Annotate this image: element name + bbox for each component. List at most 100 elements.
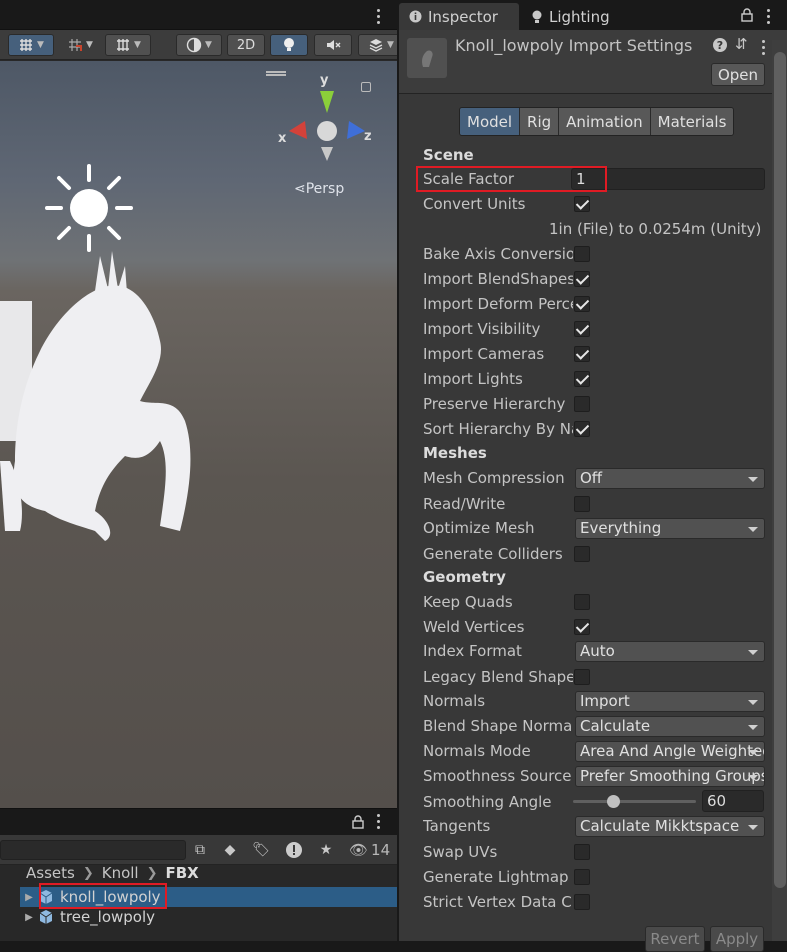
scene-lighting-button[interactable] bbox=[270, 34, 308, 56]
optimize-mesh-dropdown[interactable]: Everything bbox=[575, 518, 765, 539]
import-cameras-label: Import Cameras bbox=[423, 345, 545, 363]
breadcrumb-knoll[interactable]: Knoll bbox=[102, 864, 139, 882]
smoothing-angle-slider-handle[interactable] bbox=[607, 795, 621, 808]
row-bake-axis-conversion: Bake Axis Conversion bbox=[423, 243, 769, 267]
convert-units-checkbox[interactable] bbox=[574, 196, 590, 212]
mesh-compression-label: Mesh Compression bbox=[423, 469, 565, 487]
generate-colliders-checkbox[interactable] bbox=[574, 546, 590, 562]
preserve-hierarchy-checkbox[interactable] bbox=[574, 396, 590, 412]
weld-vertices-checkbox[interactable] bbox=[574, 619, 590, 635]
row-generate-colliders: Generate Colliders bbox=[423, 543, 769, 567]
import-visibility-checkbox[interactable] bbox=[574, 321, 590, 337]
tab-lighting[interactable]: Lighting bbox=[521, 3, 620, 30]
row-import-lights: Import Lights bbox=[423, 368, 769, 392]
smoothing-angle-field[interactable]: 60 bbox=[702, 790, 764, 812]
scene-viewport[interactable]: y x z ⋖Persp bbox=[0, 61, 397, 808]
search-by-scene-icon[interactable]: ⧉ bbox=[189, 840, 211, 860]
gizmo-x-label: x bbox=[278, 131, 287, 146]
import-blendshapes-label: Import BlendShapes bbox=[423, 270, 573, 288]
scale-factor-highlight-box bbox=[416, 166, 607, 192]
tab-model[interactable]: Model bbox=[460, 108, 521, 135]
legacy-blend-label: Legacy Blend Shape Normals bbox=[423, 668, 573, 686]
list-item-tree-lowpoly[interactable]: ▶ tree_lowpoly bbox=[20, 907, 397, 927]
revert-button[interactable]: Revert bbox=[645, 926, 705, 952]
generate-lightmap-checkbox[interactable] bbox=[574, 869, 590, 885]
scrollbar-thumb[interactable] bbox=[774, 52, 786, 888]
expand-arrow-icon[interactable]: ▶ bbox=[20, 912, 38, 923]
keep-quads-checkbox[interactable] bbox=[574, 594, 590, 610]
knoll-creature-model bbox=[0, 251, 191, 541]
lock-icon[interactable] bbox=[741, 8, 753, 22]
tab-inspector[interactable]: Inspector bbox=[399, 3, 519, 30]
scene-audio-button[interactable] bbox=[314, 34, 352, 56]
toggle-2d-button[interactable]: 2D bbox=[227, 34, 265, 56]
scene-menu-icon[interactable] bbox=[376, 9, 380, 24]
hidden-packages-toggle[interactable]: 👁 14 bbox=[349, 840, 390, 860]
mesh-compression-dropdown[interactable]: Off bbox=[575, 468, 765, 489]
index-format-label: Index Format bbox=[423, 642, 522, 660]
gizmo-lock-icon[interactable] bbox=[361, 82, 371, 92]
inspector-menu-icon[interactable] bbox=[766, 9, 770, 24]
import-blendshapes-checkbox[interactable] bbox=[574, 271, 590, 287]
read-write-label: Read/Write bbox=[423, 495, 506, 513]
import-deform-checkbox[interactable] bbox=[574, 296, 590, 312]
row-keep-quads: Keep Quads bbox=[423, 591, 769, 615]
strict-vertex-checkbox[interactable] bbox=[574, 894, 590, 910]
sort-hierarchy-checkbox[interactable] bbox=[574, 421, 590, 437]
search-by-type-icon[interactable]: ◆ bbox=[219, 840, 241, 860]
smoothness-source-dropdown[interactable]: Prefer Smoothing Groups bbox=[575, 766, 765, 787]
import-lights-checkbox[interactable] bbox=[574, 371, 590, 387]
index-format-dropdown[interactable]: Auto bbox=[575, 641, 765, 662]
read-write-checkbox[interactable] bbox=[574, 496, 590, 512]
tab-materials[interactable]: Materials bbox=[650, 108, 734, 135]
project-panel: ⧉ ◆ 🏷 ★ 👁 14 Assets ❯ Knoll ❯ FBX ▶ knoll… bbox=[0, 808, 397, 941]
favorite-star-icon[interactable]: ★ bbox=[315, 840, 337, 860]
project-menu-icon[interactable] bbox=[376, 814, 380, 829]
normals-mode-dropdown[interactable]: Area And Angle Weighted bbox=[575, 741, 765, 762]
help-icon[interactable]: ? bbox=[713, 38, 727, 52]
audio-mute-icon bbox=[327, 40, 341, 50]
blend-shape-normals-dropdown[interactable]: Calculate bbox=[575, 716, 765, 737]
swap-uvs-checkbox[interactable] bbox=[574, 844, 590, 860]
model-thumbnail-icon bbox=[422, 50, 433, 67]
breadcrumb-assets[interactable]: Assets bbox=[26, 864, 75, 882]
lock-icon[interactable] bbox=[352, 815, 364, 829]
tab-animation[interactable]: Animation bbox=[559, 108, 651, 135]
row-import-cameras: Import Cameras bbox=[423, 343, 769, 367]
draw-mode-button[interactable]: ▼ bbox=[176, 34, 222, 56]
tool-handle-position-button[interactable]: ▼ bbox=[8, 34, 54, 56]
grid-visibility-button[interactable]: ▼ bbox=[105, 34, 151, 56]
hidden-count: 14 bbox=[371, 841, 391, 859]
legacy-blend-checkbox[interactable] bbox=[574, 669, 590, 685]
open-button[interactable]: Open bbox=[711, 63, 765, 86]
bake-axis-checkbox[interactable] bbox=[574, 246, 590, 262]
breadcrumb-fbx[interactable]: FBX bbox=[166, 864, 199, 882]
row-convert-units: Convert Units bbox=[423, 193, 769, 217]
normals-dropdown[interactable]: Import bbox=[575, 691, 765, 712]
section-meshes: Meshes bbox=[423, 444, 487, 462]
list-item-label: tree_lowpoly bbox=[60, 908, 156, 926]
row-swap-uvs: Swap UVs bbox=[423, 841, 769, 865]
scene-fx-button[interactable]: ▼ bbox=[358, 34, 397, 56]
apply-button[interactable]: Apply bbox=[710, 926, 764, 952]
persp-label[interactable]: ⋖Persp bbox=[294, 181, 344, 197]
keep-quads-label: Keep Quads bbox=[423, 593, 513, 611]
preset-icon[interactable]: ⇵ bbox=[735, 35, 748, 53]
chevron-right-icon: ❯ bbox=[146, 865, 158, 881]
project-search-input[interactable] bbox=[0, 840, 186, 860]
row-read-write: Read/Write bbox=[423, 493, 769, 517]
search-by-label-icon[interactable]: 🏷 bbox=[250, 840, 272, 860]
tab-rig[interactable]: Rig bbox=[520, 108, 560, 135]
log-error-icon[interactable] bbox=[283, 840, 305, 860]
asset-menu-icon[interactable] bbox=[761, 40, 765, 55]
sort-hierarchy-label: Sort Hierarchy By Name bbox=[423, 420, 573, 438]
row-mesh-compression: Mesh Compression Off bbox=[423, 467, 769, 491]
tangents-dropdown[interactable]: Calculate Mikktspace bbox=[575, 816, 765, 837]
smoothing-angle-slider[interactable] bbox=[573, 800, 696, 803]
eye-icon: 👁 bbox=[349, 841, 369, 859]
asset-thumbnail bbox=[407, 38, 447, 78]
expand-arrow-icon[interactable]: ▶ bbox=[20, 892, 38, 903]
import-cameras-checkbox[interactable] bbox=[574, 346, 590, 362]
snap-increment-button[interactable]: ▼ bbox=[58, 34, 102, 56]
preserve-hierarchy-label: Preserve Hierarchy bbox=[423, 395, 566, 413]
